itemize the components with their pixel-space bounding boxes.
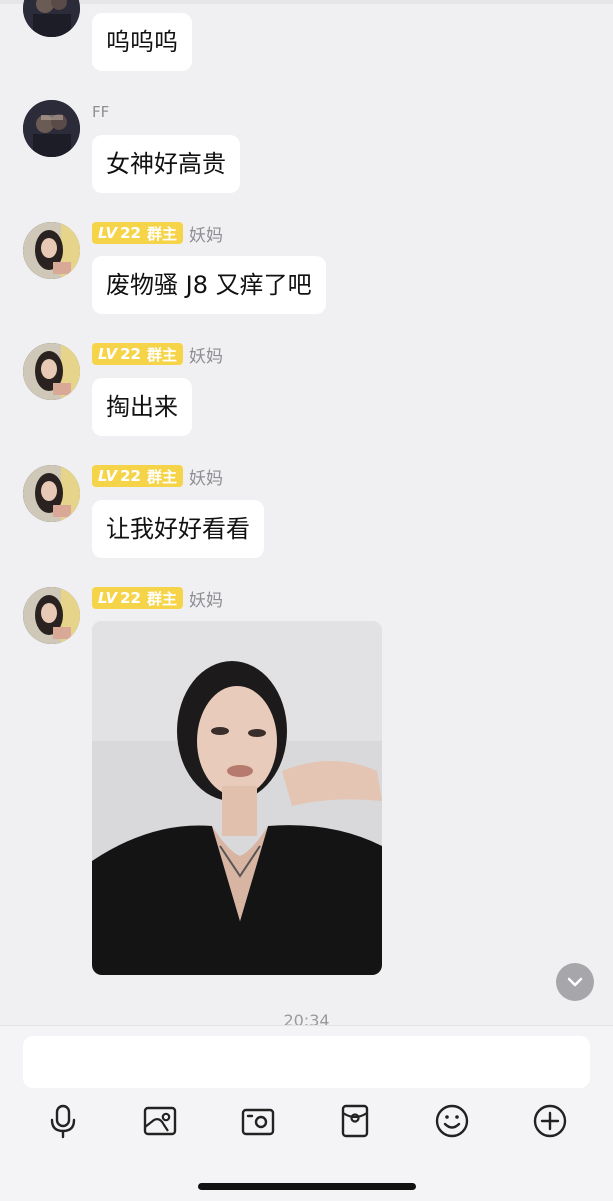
role-label: 群主 bbox=[146, 589, 177, 608]
message-timestamp: 20:34 bbox=[283, 1011, 330, 1025]
message-bubble[interactable]: 掏出来 bbox=[92, 378, 192, 436]
chevron-down-icon bbox=[567, 977, 583, 987]
message-bubble[interactable]: 女神好高贵 bbox=[92, 135, 240, 193]
level-prefix: LV bbox=[98, 467, 118, 485]
avatar-yaoma[interactable] bbox=[23, 587, 80, 644]
voice-button[interactable] bbox=[45, 1103, 81, 1139]
avatar-yaoma[interactable] bbox=[23, 465, 80, 522]
sender-name: FF bbox=[92, 103, 110, 121]
message-composer bbox=[0, 1025, 613, 1201]
gallery-button[interactable] bbox=[142, 1103, 178, 1139]
group-owner-badge: LV 22 群主 bbox=[92, 222, 183, 244]
home-indicator[interactable] bbox=[198, 1183, 416, 1190]
level-prefix: LV bbox=[98, 345, 118, 363]
more-button[interactable] bbox=[532, 1103, 568, 1139]
level-prefix: LV bbox=[98, 589, 118, 607]
message-bubble[interactable]: 呜呜呜 bbox=[92, 13, 192, 71]
group-owner-badge: LV 22 群主 bbox=[92, 587, 183, 609]
sender-name: 妖妈 bbox=[189, 590, 223, 611]
chat-message-list[interactable]: 呜呜呜 FF 女神好高贵 LV 22 群主 妖妈 废物骚 J8 又痒了吧 LV … bbox=[0, 0, 613, 1025]
avatar-yaoma[interactable] bbox=[23, 343, 80, 400]
role-label: 群主 bbox=[146, 224, 177, 243]
avatar-yaoma[interactable] bbox=[23, 222, 80, 279]
sender-name: 妖妈 bbox=[189, 346, 223, 367]
message-bubble[interactable]: 废物骚 J8 又痒了吧 bbox=[92, 256, 326, 314]
red-packet-button[interactable] bbox=[337, 1103, 373, 1139]
plus-icon bbox=[533, 1104, 567, 1138]
group-owner-badge: LV 22 群主 bbox=[92, 343, 183, 365]
level-number: 22 bbox=[120, 467, 141, 485]
red-packet-icon bbox=[341, 1104, 369, 1138]
group-owner-badge: LV 22 群主 bbox=[92, 465, 183, 487]
camera-icon bbox=[241, 1108, 275, 1136]
level-number: 22 bbox=[120, 224, 141, 242]
image-gallery-icon bbox=[143, 1106, 177, 1136]
sender-name: 妖妈 bbox=[189, 225, 223, 246]
emoji-button[interactable] bbox=[434, 1103, 470, 1139]
emoji-icon bbox=[435, 1104, 469, 1138]
message-input[interactable] bbox=[23, 1036, 590, 1088]
sender-info: LV 22 群主 妖妈 bbox=[92, 587, 223, 611]
scroll-to-bottom-button[interactable] bbox=[556, 963, 594, 1001]
role-label: 群主 bbox=[146, 345, 177, 364]
image-message[interactable] bbox=[92, 621, 382, 975]
sender-info: LV 22 群主 妖妈 bbox=[92, 222, 223, 246]
camera-button[interactable] bbox=[240, 1103, 276, 1139]
level-prefix: LV bbox=[98, 224, 118, 242]
microphone-icon bbox=[50, 1104, 76, 1139]
sender-name: 妖妈 bbox=[189, 468, 223, 489]
message-bubble[interactable]: 让我好好看看 bbox=[92, 500, 264, 558]
level-number: 22 bbox=[120, 345, 141, 363]
role-label: 群主 bbox=[146, 467, 177, 486]
avatar-ff[interactable] bbox=[23, 100, 80, 157]
avatar-ff[interactable] bbox=[23, 0, 80, 37]
sender-info: LV 22 群主 妖妈 bbox=[92, 465, 223, 489]
sender-info: LV 22 群主 妖妈 bbox=[92, 343, 223, 367]
level-number: 22 bbox=[120, 589, 141, 607]
